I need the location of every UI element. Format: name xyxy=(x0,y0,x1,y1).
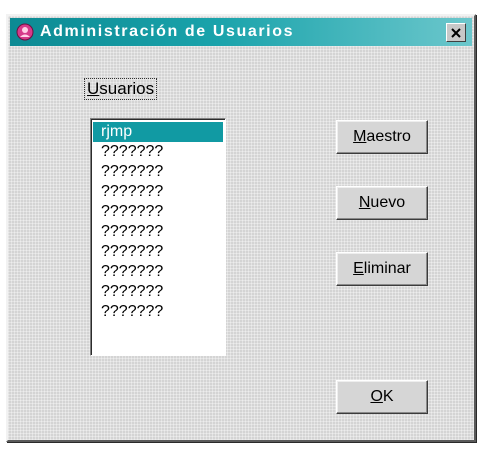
nuevo-label-rest: uevo xyxy=(370,194,406,211)
title-bar[interactable]: Administración de Usuarios xyxy=(10,18,472,46)
close-icon xyxy=(451,27,461,38)
window-title: Administración de Usuarios xyxy=(40,23,295,40)
list-item[interactable]: ??????? xyxy=(93,202,223,222)
users-label-rest: suarios xyxy=(99,79,155,98)
maestro-button[interactable]: Maestro xyxy=(336,120,428,154)
ok-button[interactable]: OK xyxy=(336,380,428,414)
list-item[interactable]: ??????? xyxy=(93,242,223,262)
users-label-mnemonic: U xyxy=(87,79,100,98)
list-item[interactable]: ??????? xyxy=(93,222,223,242)
list-item[interactable]: rjmp xyxy=(93,122,223,142)
nuevo-button[interactable]: Nuevo xyxy=(336,186,428,220)
eliminar-mnemonic: E xyxy=(353,260,364,277)
nuevo-mnemonic: N xyxy=(358,194,371,211)
close-button[interactable] xyxy=(446,23,466,42)
users-admin-dialog: Administración de Usuarios Usuarios rjmp… xyxy=(6,14,476,442)
list-item[interactable]: ??????? xyxy=(93,162,223,182)
users-label: Usuarios xyxy=(84,78,158,100)
app-icon xyxy=(14,21,36,43)
ok-mnemonic: O xyxy=(370,388,383,405)
eliminar-label-rest: liminar xyxy=(363,260,411,277)
maestro-label-rest: aestro xyxy=(366,128,411,145)
list-item[interactable]: ??????? xyxy=(93,182,223,202)
list-item[interactable]: ??????? xyxy=(93,282,223,302)
ok-label-rest: K xyxy=(382,388,394,405)
list-item[interactable]: ??????? xyxy=(93,302,223,322)
users-listbox[interactable]: rjmp ??????? ??????? ??????? ??????? ???… xyxy=(90,118,226,356)
maestro-mnemonic: M xyxy=(353,128,367,145)
eliminar-button[interactable]: Eliminar xyxy=(336,252,428,286)
list-item[interactable]: ??????? xyxy=(93,142,223,162)
list-item[interactable]: ??????? xyxy=(93,262,223,282)
